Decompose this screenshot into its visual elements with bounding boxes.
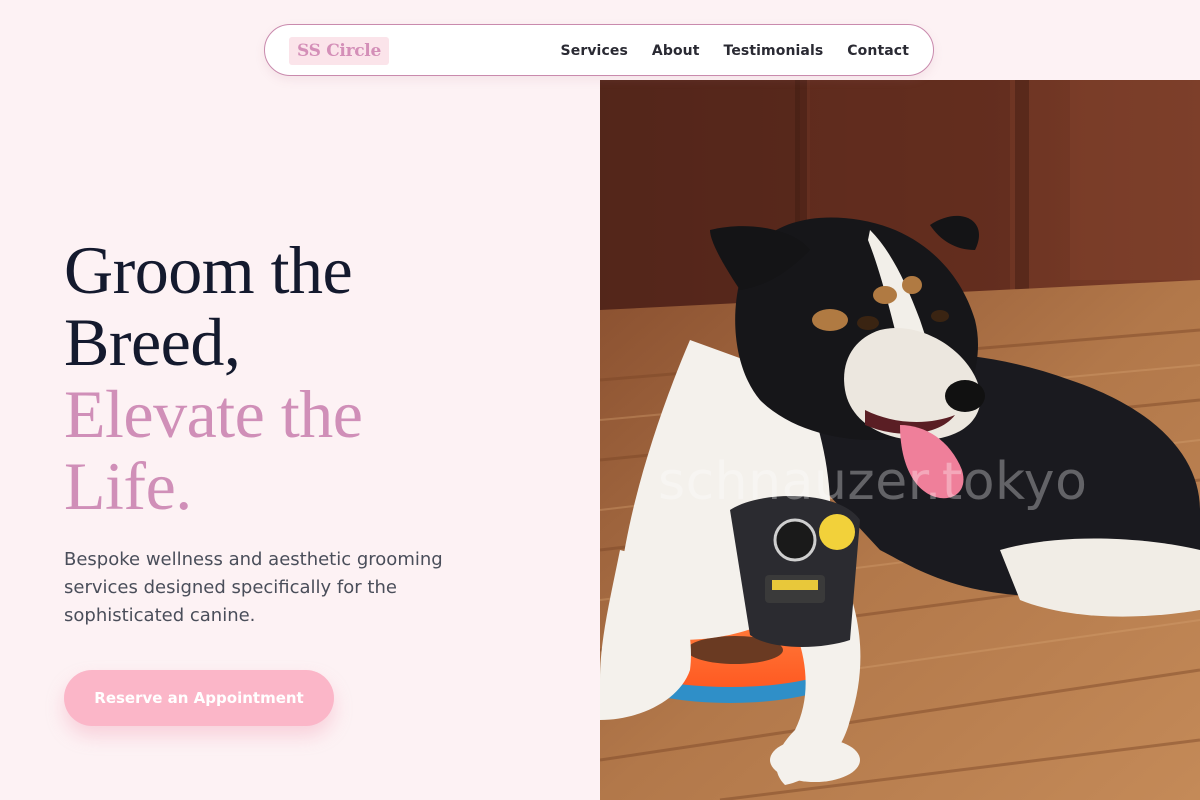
headline-line-2: Breed, [64, 304, 241, 380]
image-watermark: schnauzer.tokyo [658, 452, 1088, 512]
nav-link-contact[interactable]: Contact [847, 43, 909, 59]
reserve-appointment-button[interactable]: Reserve an Appointment [64, 670, 334, 726]
nav-link-about[interactable]: About [652, 43, 700, 59]
nav-link-testimonials[interactable]: Testimonials [724, 43, 824, 59]
headline-accent-line-1: Elevate the [64, 376, 363, 452]
headline-line-1: Groom the [64, 232, 353, 308]
hero-headline: Groom the Breed, Elevate the Life. [64, 232, 363, 524]
dog-illustration [600, 80, 1200, 800]
hero-dog-photo: schnauzer.tokyo [600, 80, 1200, 800]
headline-accent-line-2: Life. [64, 448, 192, 524]
nav-link-services[interactable]: Services [561, 43, 628, 59]
top-navigation: SS Circle Services About Testimonials Co… [264, 24, 934, 76]
nav-links: Services About Testimonials Contact [561, 25, 909, 77]
landing-page: SS Circle Services About Testimonials Co… [0, 0, 1200, 800]
hero-subtext: Bespoke wellness and aesthetic grooming … [64, 549, 443, 626]
brand-logo[interactable]: SS Circle [289, 37, 389, 65]
